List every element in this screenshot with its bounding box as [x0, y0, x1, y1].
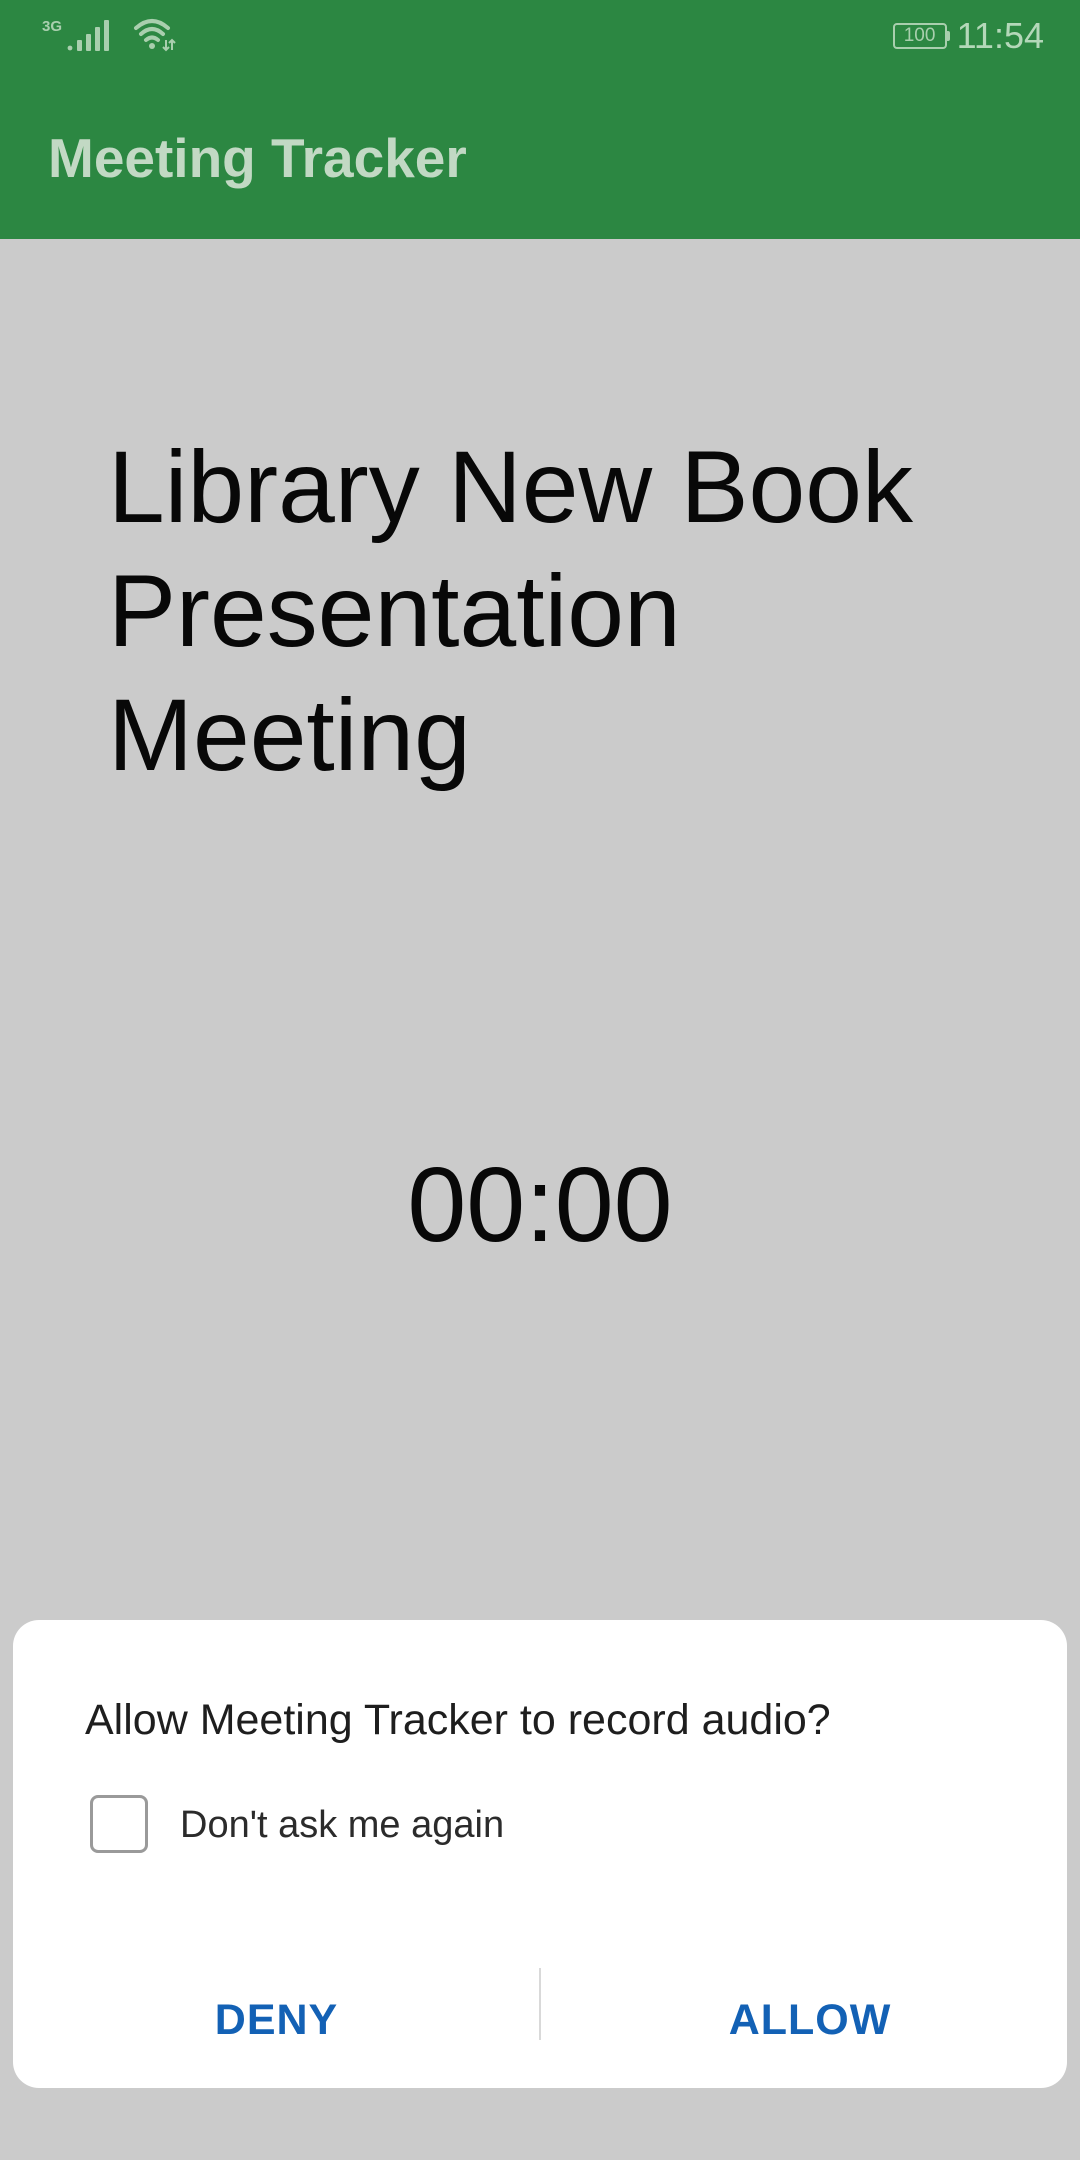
dont-ask-again-checkbox[interactable]	[90, 1795, 148, 1853]
signal-icon	[67, 20, 110, 51]
permission-dialog: Allow Meeting Tracker to record audio? D…	[13, 1620, 1067, 2088]
meeting-timer: 00:00	[407, 1146, 673, 1264]
battery-cap	[945, 31, 950, 41]
deny-button[interactable]: DENY	[13, 1975, 540, 2065]
status-bar-left: 3G	[42, 16, 176, 56]
status-bar: 3G 100 11:54	[0, 0, 1080, 72]
network-type-label: 3G	[42, 18, 63, 35]
battery-level: 100	[892, 23, 947, 49]
status-bar-right: 100 11:54	[892, 15, 1044, 56]
allow-button[interactable]: ALLOW	[540, 1975, 1080, 2065]
battery-icon: 100	[892, 23, 950, 49]
app-title: Meeting Tracker	[48, 127, 467, 189]
meeting-title: Library New Book Presentation Meeting	[108, 430, 913, 792]
wifi-icon	[134, 19, 176, 52]
dont-ask-again-label[interactable]: Don't ask me again	[180, 1803, 504, 1847]
status-clock: 11:54	[956, 15, 1044, 56]
dialog-message: Allow Meeting Tracker to record audio?	[85, 1696, 831, 1744]
app-bar: 3G 100 11:54 Meeting Tracker	[0, 0, 1080, 239]
